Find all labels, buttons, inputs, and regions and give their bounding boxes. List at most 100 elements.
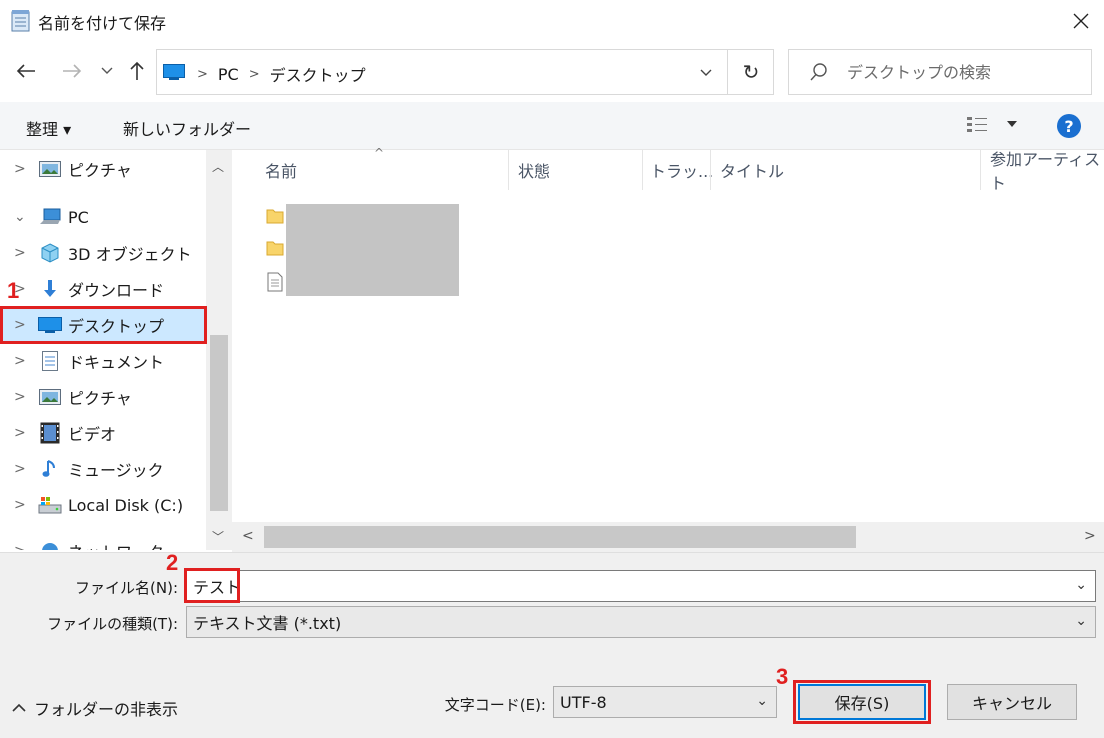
sidebar-item-pc[interactable]: ⌄ PC: [0, 200, 206, 234]
scrollbar-thumb[interactable]: [264, 526, 856, 548]
column-divider[interactable]: [710, 150, 711, 190]
pictures-icon: [36, 158, 64, 180]
local-disk-icon: [36, 494, 64, 516]
arrow-right-icon: [63, 64, 82, 78]
chevron-right-icon: >: [14, 317, 26, 333]
sidebar-item-label: ドキュメント: [68, 353, 165, 372]
close-button[interactable]: [1058, 0, 1104, 42]
chevron-up-icon: [12, 703, 26, 712]
column-header-name[interactable]: 名前: [265, 150, 297, 190]
search-icon: [809, 62, 829, 86]
chevron-down-icon: [101, 67, 113, 74]
annotation-step-2: 2: [166, 550, 179, 575]
arrow-left-icon: [16, 64, 35, 78]
sidebar-item-3d-objects[interactable]: > 3D オブジェクト: [0, 236, 206, 270]
hide-folders-toggle[interactable]: フォルダーの非表示: [12, 696, 178, 720]
navigation-pane: > ピクチャ ⌄ PC > 3D オブジェクト > ダウンロード > デスクトッ…: [0, 150, 232, 550]
chevron-down-icon: ⌄: [1075, 613, 1087, 629]
sidebar-item-label: ダウンロード: [68, 281, 165, 300]
window-title: 名前を付けて保存: [38, 14, 167, 33]
column-header-contributing-artists[interactable]: 参加アーティスト: [990, 150, 1104, 193]
desktop-icon: [36, 314, 64, 336]
folder-icon: [266, 209, 284, 224]
sidebar-item-pictures-quick[interactable]: > ピクチャ: [0, 152, 206, 186]
sidebar-item-network[interactable]: > ネットワーク: [0, 534, 206, 550]
chevron-right-icon: >: [197, 66, 208, 82]
column-divider[interactable]: [508, 150, 509, 190]
sidebar-item-documents[interactable]: > ドキュメント: [0, 344, 206, 378]
chevron-right-icon: >: [14, 161, 26, 177]
music-icon: [36, 458, 64, 480]
change-view-button[interactable]: [965, 114, 1017, 134]
scroll-right-arrow-icon[interactable]: >: [1084, 528, 1096, 544]
chevron-right-icon: >: [14, 425, 26, 441]
cancel-button[interactable]: キャンセル: [947, 684, 1077, 720]
filename-field[interactable]: テスト ⌄: [186, 570, 1096, 602]
search-input[interactable]: [847, 60, 1077, 84]
sidebar-item-music[interactable]: > ミュージック: [0, 452, 206, 486]
chevron-down-icon[interactable]: ⌄: [1075, 577, 1087, 593]
chevron-right-icon: >: [248, 66, 260, 82]
command-bar: 整理 ▾ 新しいフォルダー ?: [0, 102, 1104, 150]
3d-objects-icon: [36, 242, 64, 264]
search-box[interactable]: [788, 49, 1092, 95]
caret-down-icon: [1007, 121, 1017, 127]
title-bar: 名前を付けて保存: [0, 0, 1104, 42]
sidebar-item-local-disk[interactable]: > Local Disk (C:): [0, 488, 206, 522]
text-file-icon: [267, 272, 283, 292]
column-header-track[interactable]: トラッ...: [650, 150, 713, 190]
forward-button[interactable]: [59, 58, 85, 84]
sidebar-item-videos[interactable]: > ビデオ: [0, 416, 206, 450]
sidebar-item-pictures[interactable]: > ピクチャ: [0, 380, 206, 414]
list-item[interactable]: [266, 268, 284, 296]
new-folder-button[interactable]: 新しいフォルダー: [123, 116, 251, 140]
annotation-step-3: 3: [776, 664, 789, 689]
download-icon: [36, 278, 64, 300]
back-button[interactable]: [13, 58, 39, 84]
sidebar-item-downloads[interactable]: > ダウンロード: [0, 272, 206, 306]
list-item[interactable]: [266, 202, 284, 230]
encoding-label: 文字コード(E):: [444, 696, 546, 714]
organize-button[interactable]: 整理 ▾: [26, 116, 71, 140]
save-button[interactable]: 保存(S): [798, 684, 926, 720]
chevron-right-icon: >: [14, 461, 26, 477]
chevron-right-icon: >: [14, 497, 26, 513]
scroll-up-arrow-icon[interactable]: ︿: [212, 158, 224, 175]
sidebar-item-desktop[interactable]: > デスクトップ: [0, 308, 206, 342]
sidebar-item-label: Local Disk (C:): [68, 495, 184, 515]
redacted-file-names: [286, 204, 459, 296]
filename-label: ファイル名(N):: [75, 579, 178, 597]
help-button[interactable]: ?: [1057, 114, 1081, 138]
column-divider[interactable]: [642, 150, 643, 190]
column-divider[interactable]: [980, 150, 981, 190]
encoding-select[interactable]: UTF-8 ⌄: [553, 686, 777, 718]
address-bar[interactable]: > PC > デスクトップ ↻: [156, 49, 774, 95]
network-icon: [36, 540, 64, 550]
sidebar-item-label: PC: [68, 207, 89, 227]
address-dropdown-button[interactable]: [693, 60, 719, 86]
scroll-left-arrow-icon[interactable]: <: [242, 528, 254, 544]
folder-icon: [266, 241, 284, 256]
filetype-select[interactable]: テキスト文書 (*.txt) ⌄: [186, 606, 1096, 638]
pictures-icon: [36, 386, 64, 408]
refresh-button[interactable]: ↻: [727, 50, 774, 94]
close-icon: [1073, 13, 1089, 29]
encoding-value: UTF-8: [560, 692, 607, 712]
annotation-step-1: 1: [7, 278, 20, 303]
sidebar-item-label: ネットワーク: [68, 539, 164, 550]
list-item[interactable]: [266, 234, 284, 262]
sidebar-item-label: ビデオ: [68, 425, 117, 444]
up-button[interactable]: [124, 58, 150, 84]
scrollbar-thumb[interactable]: [210, 335, 228, 511]
column-header-status[interactable]: 状態: [518, 150, 550, 190]
scroll-down-arrow-icon[interactable]: ﹀: [212, 528, 224, 545]
column-header-title[interactable]: タイトル: [720, 150, 784, 190]
breadcrumb-pc[interactable]: PC: [218, 65, 239, 84]
sidebar-item-label: ピクチャ: [68, 389, 132, 408]
recent-locations-button[interactable]: [94, 58, 120, 84]
chevron-right-icon: >: [14, 245, 26, 261]
breadcrumb-desktop[interactable]: デスクトップ: [270, 62, 366, 86]
filelist-scrollbar[interactable]: < >: [232, 522, 1104, 552]
navpane-scrollbar[interactable]: ︿ ﹀: [206, 150, 232, 550]
sidebar-item-label: 3D オブジェクト: [68, 245, 192, 264]
